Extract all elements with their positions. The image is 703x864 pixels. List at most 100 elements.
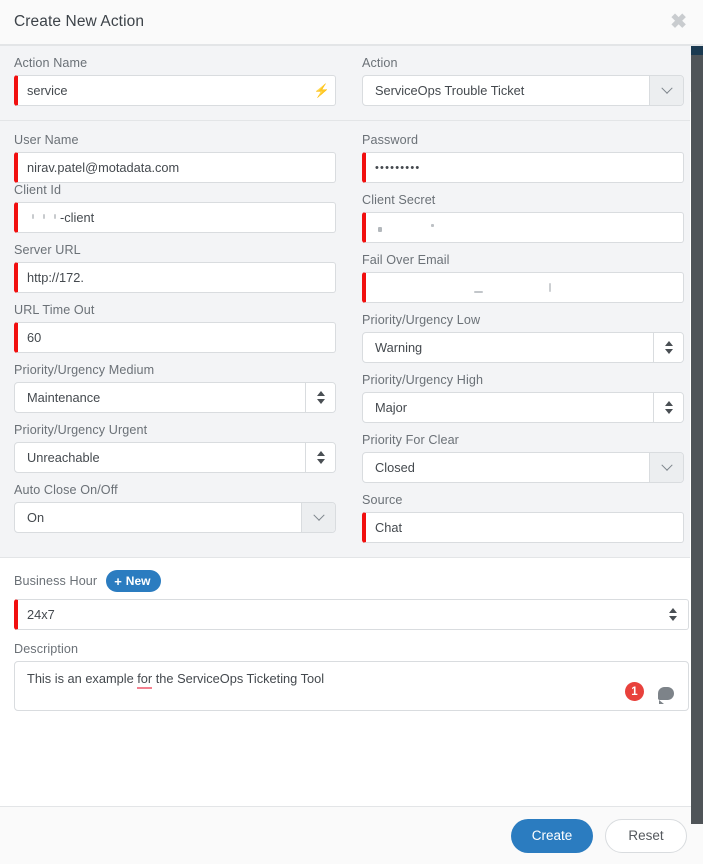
field-value: Major [375,400,407,415]
chevron-down-icon[interactable] [649,453,683,482]
priority-urgent-select[interactable]: Unreachable [14,442,336,473]
field-label: Auto Close On/Off [14,483,118,497]
field-label: Action [362,56,398,70]
field-value: Unreachable [27,450,100,465]
chevron-down-icon[interactable] [649,76,683,105]
field-priority-medium: Priority/Urgency Medium Maintenance [14,363,336,423]
dialog-body: Action Name service ⚡ Action ServiceOps … [0,46,703,806]
create-new-action-dialog: Create New Action ✖ Action Name service … [0,0,703,864]
chevron-down-icon[interactable] [301,503,335,532]
priority-low-select[interactable]: Warning [362,332,684,363]
spinner-up-down-icon[interactable] [305,383,335,412]
create-button[interactable]: Create [511,818,593,853]
field-business-hour: Business Hour + New 24x7 [14,570,689,630]
new-button-label: New [125,574,151,588]
dialog-header: Create New Action ✖ [0,0,703,44]
field-password: Password ••••••••• [362,133,684,183]
action-name-input[interactable]: service ⚡ [14,75,336,106]
priority-high-select[interactable]: Major [362,392,684,423]
spinner-up-down-icon[interactable] [653,333,683,362]
business-hour-label-row: Business Hour + New [14,570,689,592]
description-text-before: This is an example [27,671,138,686]
user-name-input[interactable]: nirav.patel@motadata.com [14,152,336,183]
spinner-up-down-icon[interactable] [305,443,335,472]
scrollbar-thumb[interactable] [691,46,703,824]
auto-close-select[interactable]: On [14,502,336,533]
status-badge[interactable]: 1 [625,682,644,701]
field-value: On [27,510,45,525]
field-client-secret: Client Secret [362,193,684,243]
field-value: 24x7 [27,607,55,622]
field-value: Closed [375,460,415,475]
client-secret-input[interactable] [362,212,684,243]
description-textarea[interactable]: This is an example for the ServiceOps Ti… [14,661,689,711]
field-priority-high: Priority/Urgency High Major [362,373,684,423]
form-row: Client Id -client Client Secret [14,183,689,243]
field-label: Priority/Urgency Medium [14,363,155,377]
field-value: Warning [375,340,423,355]
form-row: Server URL http://172. Fail Over Email [14,243,689,303]
url-time-out-input[interactable]: 60 [14,322,336,353]
comment-bubble-icon[interactable] [658,687,674,704]
field-label: Client Id [14,183,62,197]
spinner-up-down-icon[interactable] [658,600,688,629]
field-value: -client [60,210,95,225]
form-row: User Name nirav.patel@motadata.com Passw… [14,133,689,183]
field-label: URL Time Out [14,303,95,317]
lightning-bolt-icon[interactable]: ⚡ [309,83,335,99]
field-priority-urgent: Priority/Urgency Urgent Unreachable [14,423,336,483]
add-new-business-hour-button[interactable]: + New [106,570,162,592]
source-input[interactable]: Chat [362,512,684,543]
business-hour-select[interactable]: 24x7 [14,599,689,630]
field-action-name: Action Name service ⚡ [14,56,336,106]
form-row: Priority/Urgency Medium Maintenance Prio… [14,363,689,423]
form-row: Auto Close On/Off On Source Chat [14,483,689,543]
connection-settings-section: Action Name service ⚡ Action ServiceOps … [0,46,703,120]
reset-button[interactable]: Reset [605,818,687,853]
close-icon[interactable]: ✖ [670,12,687,32]
field-priority-low: Priority/Urgency Low Warning [362,313,684,363]
fail-over-email-input[interactable] [362,272,684,303]
password-input[interactable]: ••••••••• [362,152,684,183]
description-text-after: the ServiceOps Ticketing Tool [152,671,325,686]
field-label: Description [14,642,79,656]
spinner-up-down-icon[interactable] [653,393,683,422]
field-value: 60 [27,330,42,345]
form-row: URL Time Out 60 Priority/Urgency Low War… [14,303,689,363]
scrollbar-top-cap [691,46,703,55]
business-hour-section: Business Hour + New 24x7 Description Thi [0,557,703,725]
client-id-input[interactable]: -client [14,202,336,233]
page-title: Create New Action [14,13,145,30]
field-value: nirav.patel@motadata.com [27,160,180,175]
field-action: Action ServiceOps Trouble Ticket [362,56,684,106]
field-priority-for-clear: Priority For Clear Closed [362,433,684,483]
field-label: Priority/Urgency Low [362,313,481,327]
field-label: Source [362,493,403,507]
server-url-input[interactable]: http://172. [14,262,336,293]
field-label: Priority For Clear [362,433,459,447]
description-text: This is an example for the ServiceOps Ti… [27,671,325,689]
field-value: Maintenance [27,390,101,405]
field-user-name: User Name nirav.patel@motadata.com [14,133,336,183]
field-source: Source Chat [362,493,684,543]
field-value: ServiceOps Trouble Ticket [375,83,525,98]
field-label: Password [362,133,419,147]
field-value: http://172. [27,270,84,285]
field-url-time-out: URL Time Out 60 [14,303,336,363]
action-select[interactable]: ServiceOps Trouble Ticket [362,75,684,106]
plus-icon: + [114,573,122,589]
credentials-section: User Name nirav.patel@motadata.com Passw… [0,120,703,557]
dialog-footer: Create Reset [0,806,703,864]
field-label: User Name [14,133,79,147]
description-misspelled-word: for [137,671,153,689]
field-value: ••••••••• [375,161,421,174]
priority-medium-select[interactable]: Maintenance [14,382,336,413]
priority-for-clear-select[interactable]: Closed [362,452,684,483]
field-server-url: Server URL http://172. [14,243,336,303]
field-client-id: Client Id -client [14,183,336,243]
field-value: Chat [375,520,403,535]
field-label: Business Hour [14,574,98,588]
field-label: Priority/Urgency High [362,373,484,387]
field-value: service [27,83,68,98]
field-label: Action Name [14,56,88,70]
